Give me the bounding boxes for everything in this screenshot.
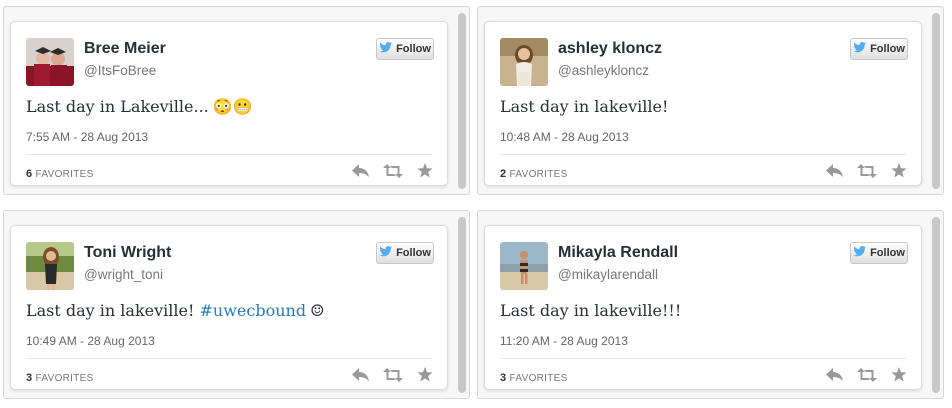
star-icon[interactable] [891,367,907,387]
tweet-text: Last day in lakeville!!! [500,301,685,320]
follow-button[interactable]: Follow [376,38,434,60]
twitter-bird-icon [853,246,867,260]
tweet-emoji: 😳😬 [212,97,253,116]
tweet-card: Mikayla Rendall @mikaylarendall Follow L… [484,225,922,390]
favorites-count: 6 FAVORITES [26,168,94,180]
avatar[interactable] [500,242,548,290]
retweet-icon[interactable] [857,367,877,387]
tweet-timestamp[interactable]: 11:20 AM - 28 Aug 2013 [500,334,628,348]
author-name[interactable]: Mikayla Rendall [558,244,678,262]
favorites-number: 3 [26,372,33,384]
star-icon[interactable] [417,163,433,183]
divider [26,154,432,155]
author-name[interactable]: Bree Meier [84,40,166,58]
tweet-timestamp[interactable]: 10:48 AM - 28 Aug 2013 [500,130,629,144]
tweet-embed-frame: Bree Meier @ItsFoBree Follow Last day in… [3,6,470,195]
tweet-body: Last day in lakeville!!! [500,301,682,320]
divider [500,154,906,155]
star-icon[interactable] [417,367,433,387]
tweet-card: Bree Meier @ItsFoBree Follow Last day in… [10,21,448,186]
tweet-body: Last day in lakeville! [26,301,195,320]
tweet-actions [352,163,433,183]
tweet-embed-frame: Mikayla Rendall @mikaylarendall Follow L… [477,210,944,399]
author-handle[interactable]: @mikaylarendall [558,267,658,282]
favorites-number: 3 [500,372,507,384]
star-icon[interactable] [891,163,907,183]
follow-label: Follow [870,43,905,55]
retweet-icon[interactable] [857,163,877,183]
retweet-icon[interactable] [383,163,403,183]
author-handle[interactable]: @wright_toni [84,267,163,282]
reply-icon[interactable] [352,163,369,183]
follow-button[interactable]: Follow [376,242,434,264]
tweet-actions [826,163,907,183]
tweet-emoji: ☺ [310,301,325,320]
follow-button[interactable]: Follow [850,38,908,60]
tweet-timestamp[interactable]: 10:49 AM - 28 Aug 2013 [26,334,155,348]
retweet-icon[interactable] [383,367,403,387]
divider [500,358,906,359]
reply-icon[interactable] [826,367,843,387]
twitter-bird-icon [379,42,393,56]
scrollbar[interactable] [932,13,940,189]
hashtag-link[interactable]: #uwecbound [200,301,307,320]
tweet-text: Last day in lakeville! #uwecbound ☺ [26,301,324,320]
avatar[interactable] [26,38,74,86]
follow-label: Follow [396,247,431,259]
scrollbar[interactable] [458,217,466,393]
follow-label: Follow [870,247,905,259]
tweet-card: ashley kloncz @ashleykloncz Follow Last … [484,21,922,186]
favorites-label: FAVORITES [35,373,94,384]
favorites-count: 3 FAVORITES [500,372,568,384]
favorites-label: FAVORITES [509,169,568,180]
reply-icon[interactable] [352,367,369,387]
twitter-bird-icon [853,42,867,56]
author-name[interactable]: Toni Wright [84,244,171,262]
author-handle[interactable]: @ItsFoBree [84,63,156,78]
tweet-card: Toni Wright @wright_toni Follow Last day… [10,225,448,390]
tweet-body: Last day in Lakeville... [26,97,209,116]
follow-button[interactable]: Follow [850,242,908,264]
scrollbar[interactable] [932,217,940,393]
tweet-text: Last day in lakeville! [500,97,672,116]
favorites-number: 6 [26,168,33,180]
author-name[interactable]: ashley kloncz [558,40,662,58]
tweet-embed-frame: ashley kloncz @ashleykloncz Follow Last … [477,6,944,195]
favorites-count: 3 FAVORITES [26,372,94,384]
twitter-bird-icon [379,246,393,260]
divider [26,358,432,359]
tweet-text: Last day in Lakeville... 😳😬 [26,97,253,116]
favorites-count: 2 FAVORITES [500,168,568,180]
tweet-embed-frame: Toni Wright @wright_toni Follow Last day… [3,210,470,399]
tweet-timestamp[interactable]: 7:55 AM - 28 Aug 2013 [26,130,148,144]
tweet-body: Last day in lakeville! [500,97,669,116]
avatar[interactable] [500,38,548,86]
tweet-actions [352,367,433,387]
avatar[interactable] [26,242,74,290]
favorites-number: 2 [500,168,507,180]
tweet-actions [826,367,907,387]
author-handle[interactable]: @ashleykloncz [558,63,649,78]
favorites-label: FAVORITES [35,169,94,180]
favorites-label: FAVORITES [509,373,568,384]
scrollbar[interactable] [458,13,466,189]
reply-icon[interactable] [826,163,843,183]
follow-label: Follow [396,43,431,55]
